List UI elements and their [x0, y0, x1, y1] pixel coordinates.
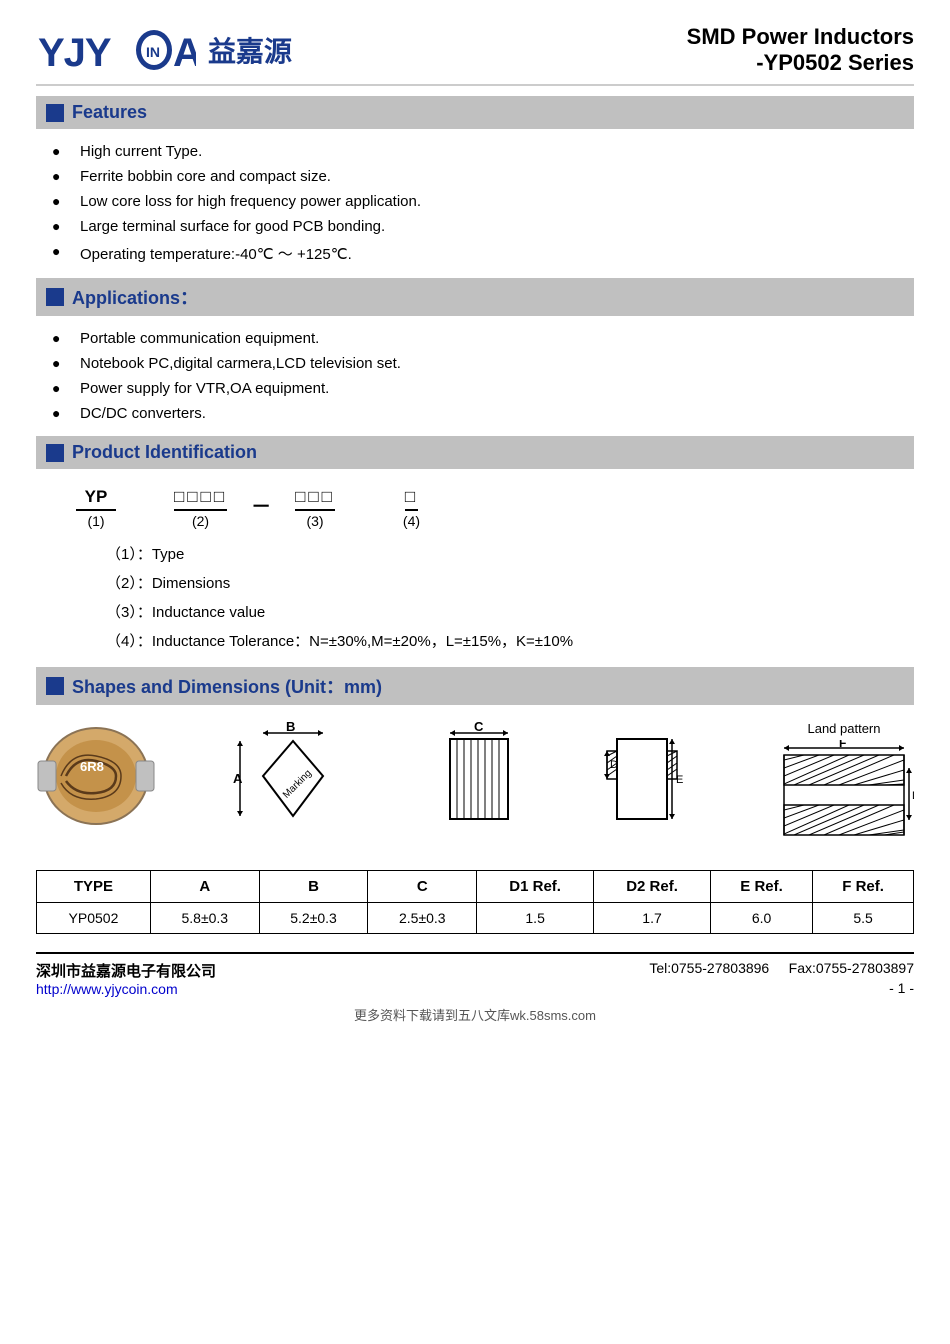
pid-desc1: （1）：Type [106, 543, 914, 564]
svg-text:YJY: YJY [38, 31, 112, 75]
product-id-title: Product Identification [72, 442, 257, 463]
pid-descriptions: （1）：Type （2）：Dimensions （3）：Inductance v… [106, 543, 914, 651]
logo-svg: YJY IN A [36, 24, 196, 76]
feature-item: Low core loss for high frequency power a… [52, 189, 914, 214]
feature-item: Large terminal surface for good PCB bond… [52, 214, 914, 239]
svg-text:C: C [474, 721, 484, 734]
pid-spacer1 [140, 502, 150, 529]
cell-f: 5.5 [813, 903, 914, 934]
feature-item: High current Type. [52, 139, 914, 164]
col-d1ref: D1 Ref. [477, 871, 594, 903]
svg-text:A: A [233, 771, 243, 786]
pid-spacer2 [359, 502, 379, 529]
cell-a: 5.8±0.3 [150, 903, 259, 934]
pid-desc2: （2）：Dimensions [106, 572, 914, 593]
pid-code1: YP [76, 487, 116, 511]
col-type: TYPE [37, 871, 151, 903]
footer-left: 深圳市益嘉源电子有限公司 http://www.yjycoin.com [36, 960, 216, 997]
shapes-icon [46, 677, 64, 695]
website-link[interactable]: http://www.yjycoin.com [36, 981, 178, 997]
col-d2ref: D2 Ref. [594, 871, 711, 903]
logo-area: YJY IN A 益嘉源 [36, 24, 292, 76]
footer: 深圳市益嘉源电子有限公司 http://www.yjycoin.com Tel:… [36, 952, 914, 997]
app-item: Portable communication equipment. [52, 326, 914, 351]
pid-part3: □□□ (3) [295, 487, 335, 529]
feature-item: Ferrite bobbin core and compact size. [52, 164, 914, 189]
footer-right: Tel:0755-27803896 Fax:0755-27803897 - 1 … [649, 960, 914, 996]
pid-part2: □□□□ (2) [174, 487, 227, 529]
svg-text:6R8: 6R8 [80, 759, 104, 774]
svg-text:B: B [286, 721, 295, 734]
company-name: 深圳市益嘉源电子有限公司 [36, 960, 216, 981]
product-id-diagram: YP (1) □□□□ (2) － □□□ (3) □ (4) （1）：Type… [76, 487, 914, 651]
applications-icon [46, 288, 64, 306]
col-b: B [259, 871, 368, 903]
cell-type: YP0502 [37, 903, 151, 934]
dimension-diagram-ab: B Marking A [228, 721, 358, 845]
cell-d1: 1.5 [477, 903, 594, 934]
table-header-row: TYPE A B C D1 Ref. D2 Ref. E Ref. F Ref. [37, 871, 914, 903]
tel: Tel:0755-27803896 [649, 960, 769, 976]
cell-e: 6.0 [710, 903, 812, 934]
shapes-diagrams: 6R8 B Marking A [36, 721, 914, 854]
pid-part1: YP (1) [76, 487, 116, 529]
pid-part4: □ (4) [403, 487, 420, 529]
fax: Fax:0755-27803897 [789, 960, 914, 976]
applications-title: Applications： [72, 284, 198, 310]
cell-b: 5.2±0.3 [259, 903, 368, 934]
pid-dash: － [251, 490, 271, 529]
title-line2: -YP0502 Series [687, 50, 914, 76]
svg-text:A: A [173, 31, 196, 75]
svg-text:F: F [839, 740, 846, 750]
features-list: High current Type. Ferrite bobbin core a… [52, 139, 914, 268]
dimension-diagram-land: Land pattern F D2 [774, 721, 914, 854]
svg-text:D2: D2 [912, 790, 914, 802]
title-area: SMD Power Inductors -YP0502 Series [687, 24, 914, 76]
page-number: - 1 - [649, 980, 914, 996]
feature-item: Operating temperature:-40℃ ～ +125℃. [52, 239, 914, 268]
cell-d2: 1.7 [594, 903, 711, 934]
cell-c: 2.5±0.3 [368, 903, 477, 934]
features-header: Features [36, 96, 914, 129]
col-fref: F Ref. [813, 871, 914, 903]
dimension-diagram-c: C [430, 721, 530, 845]
dimension-diagram-de: D1 E [602, 721, 702, 845]
logo-cn-text: 益嘉源 [208, 30, 292, 70]
title-line1: SMD Power Inductors [687, 24, 914, 50]
pid-num3: (3) [306, 513, 323, 529]
pid-num1: (1) [87, 513, 104, 529]
pid-boxes3: □□□ [295, 487, 335, 511]
pid-top: YP (1) □□□□ (2) － □□□ (3) □ (4) [76, 487, 914, 529]
pid-boxes4: □ [405, 487, 418, 511]
features-title: Features [72, 102, 147, 123]
contact-info: Tel:0755-27803896 Fax:0755-27803897 [649, 960, 914, 976]
col-eref: E Ref. [710, 871, 812, 903]
component-photo: 6R8 [36, 721, 156, 835]
dimensions-table: TYPE A B C D1 Ref. D2 Ref. E Ref. F Ref.… [36, 870, 914, 934]
pid-desc4: （4）：Inductance Tolerance：N=±30%,M=±20%，L… [106, 630, 914, 651]
col-a: A [150, 871, 259, 903]
app-item: Power supply for VTR,OA equipment. [52, 376, 914, 401]
product-id-header: Product Identification [36, 436, 914, 469]
applications-header: Applications： [36, 278, 914, 316]
svg-text:IN: IN [146, 44, 160, 60]
watermark: 更多资料下载请到五八文库wk.58sms.com [36, 1005, 914, 1024]
features-icon [46, 104, 64, 122]
applications-list: Portable communication equipment. Notebo… [52, 326, 914, 426]
product-id-icon [46, 444, 64, 462]
page: YJY IN A 益嘉源 SMD Power Inductors -YP0502… [0, 0, 950, 1344]
app-item: Notebook PC,digital carmera,LCD televisi… [52, 351, 914, 376]
pid-desc3: （3）：Inductance value [106, 601, 914, 622]
pid-num2: (2) [192, 513, 209, 529]
header: YJY IN A 益嘉源 SMD Power Inductors -YP0502… [36, 24, 914, 86]
pid-boxes2: □□□□ [174, 487, 227, 511]
land-pattern-label: Land pattern [774, 721, 914, 736]
app-item: DC/DC converters. [52, 401, 914, 426]
table-row: YP0502 5.8±0.3 5.2±0.3 2.5±0.3 1.5 1.7 6… [37, 903, 914, 934]
shapes-header: Shapes and Dimensions (Unit：mm) [36, 667, 914, 705]
col-c: C [368, 871, 477, 903]
pid-num4: (4) [403, 513, 420, 529]
shapes-title: Shapes and Dimensions (Unit：mm) [72, 673, 382, 699]
